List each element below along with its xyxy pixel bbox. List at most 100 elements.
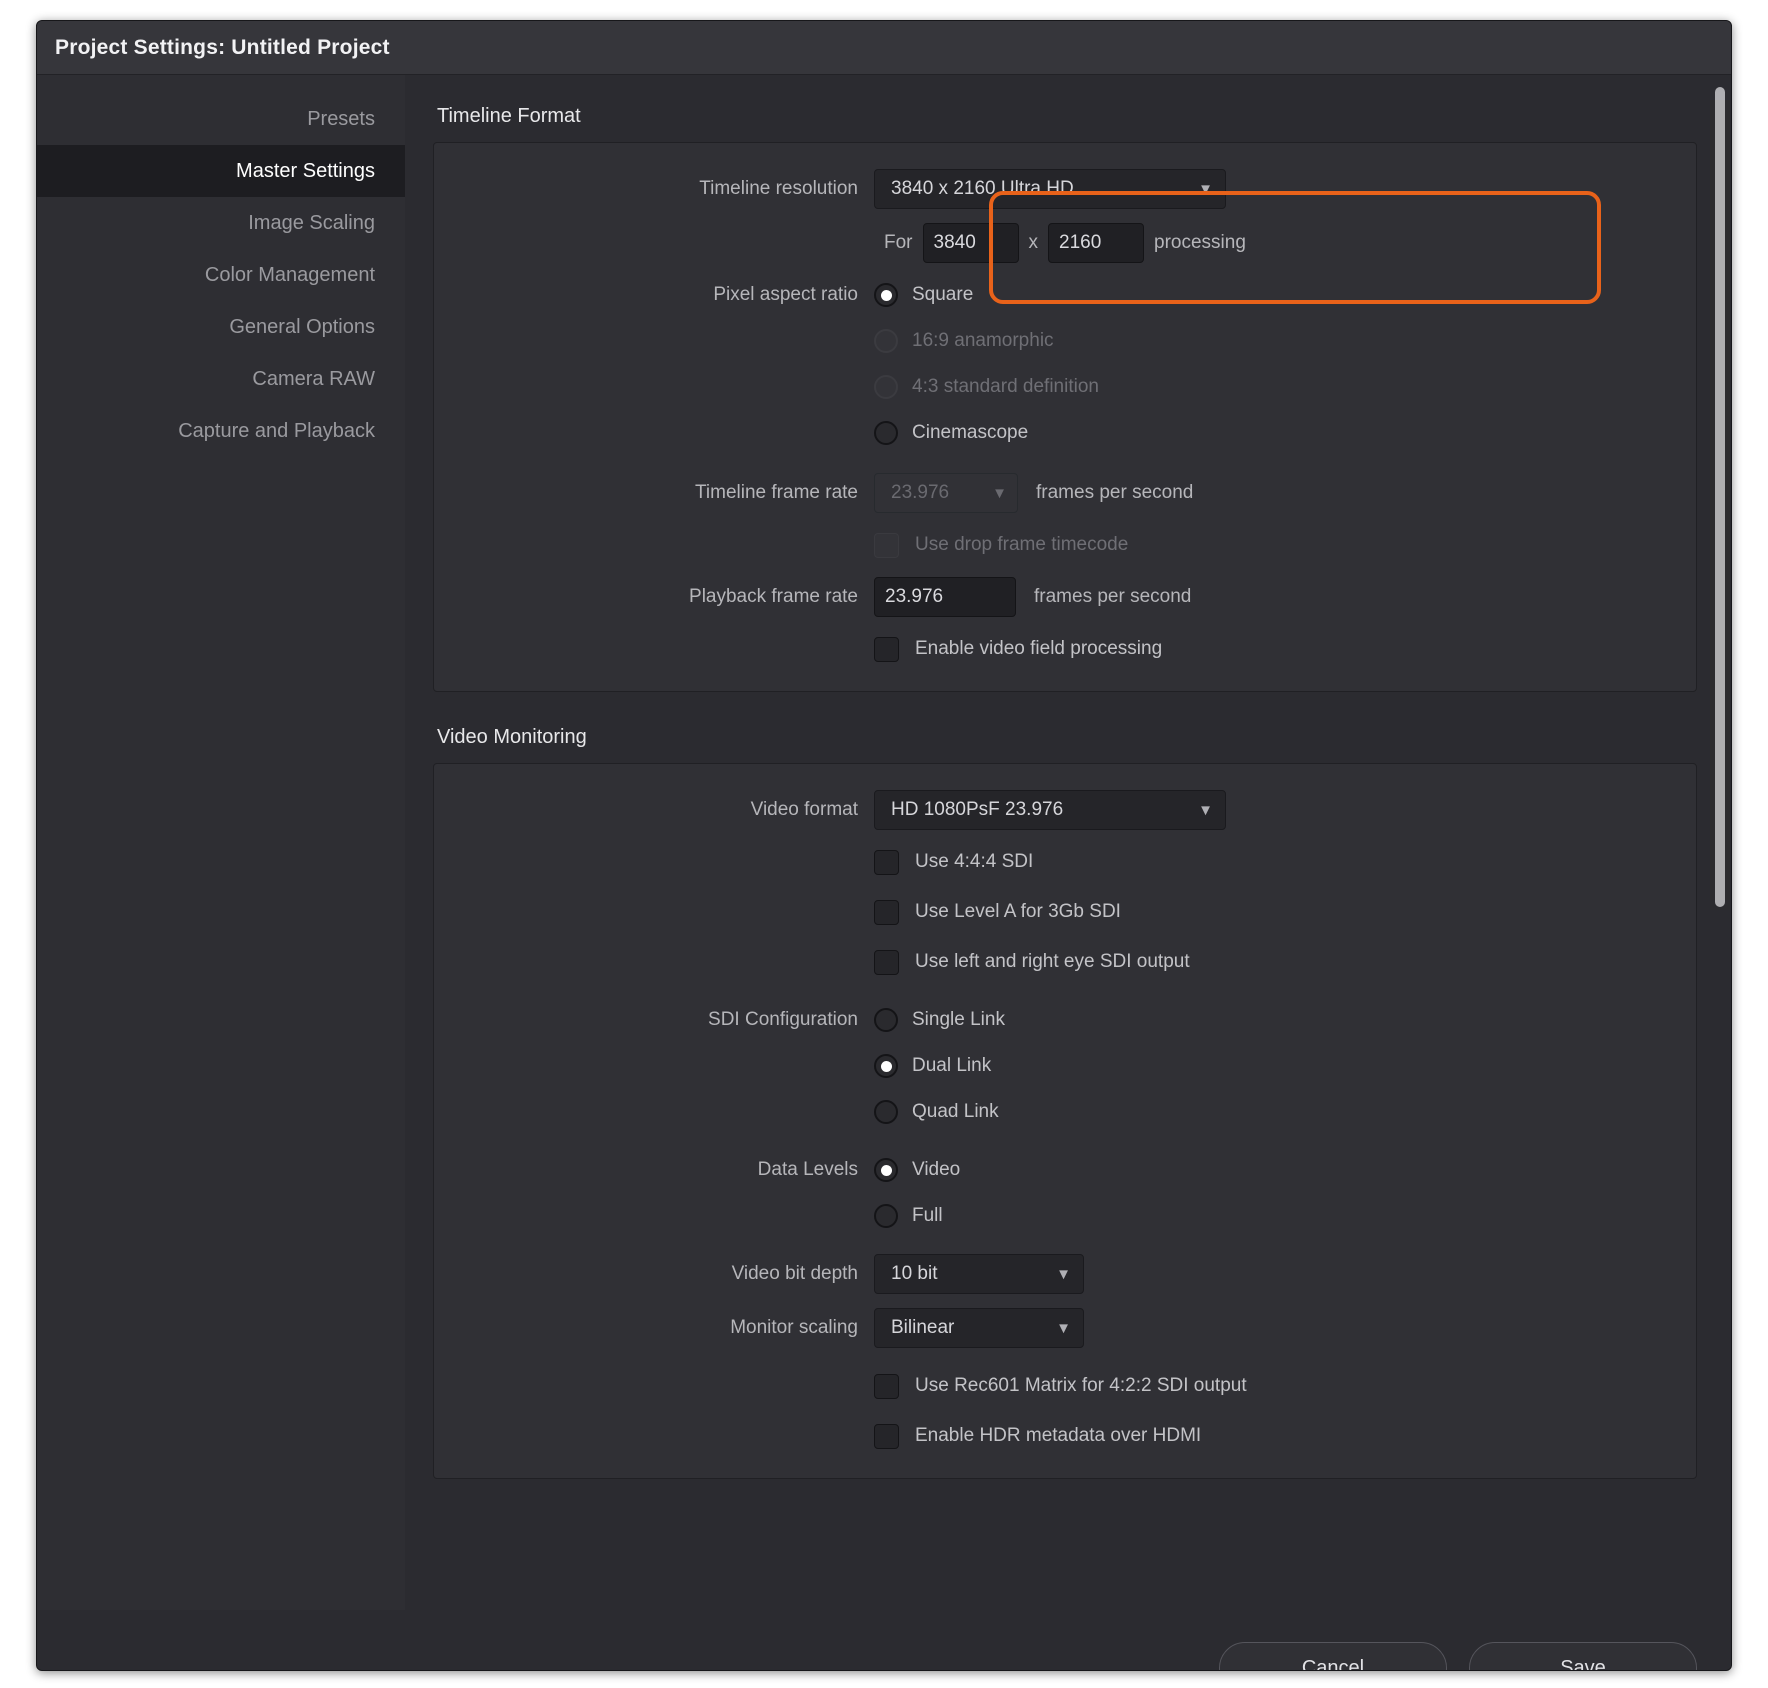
processing-prefix-label: For [884, 232, 913, 253]
playback-frame-rate-unit: frames per second [1034, 586, 1192, 607]
checkbox-enable-hdr-metadata-over-hdmi[interactable] [874, 1423, 899, 1449]
radio-label-single-link: Single Link [912, 1009, 1005, 1030]
checkbox-enable-video-field-processing[interactable] [874, 636, 899, 662]
playback-frame-rate-row: Playback frame rate frames per second [434, 577, 1696, 617]
pixel-aspect-ratio-label: Pixel aspect ratio [713, 284, 858, 305]
checkbox-label-use-left-and-right-eye-sdi-output: Use left and right eye SDI output [915, 951, 1190, 972]
sidebar-item-color-management[interactable]: Color Management [37, 249, 405, 301]
sidebar-item-presets[interactable]: Presets [37, 93, 405, 145]
radio-data-levels-video[interactable] [874, 1158, 898, 1182]
sidebar-item-general-options[interactable]: General Options [37, 301, 405, 353]
chevron-down-icon: ▼ [1056, 1319, 1071, 1337]
timeline-frame-rate-select: 23.976 ▼ [874, 473, 1018, 513]
sidebar-item-image-scaling[interactable]: Image Scaling [37, 197, 405, 249]
settings-content: Timeline Format Timeline resolution 3840… [405, 75, 1731, 1610]
settings-sidebar: Presets Master Settings Image Scaling Co… [37, 75, 405, 1610]
processing-height-input[interactable] [1048, 223, 1144, 263]
radio-pixel-aspect-4-3-standard-definition [874, 375, 898, 399]
video-bit-depth-row: Video bit depth 10 bit ▼ [434, 1254, 1696, 1294]
sidebar-item-label: Capture and Playback [178, 419, 375, 442]
cancel-button[interactable]: Cancel [1219, 1642, 1447, 1670]
playback-frame-rate-label: Playback frame rate [689, 586, 858, 607]
dialog-body: Presets Master Settings Image Scaling Co… [37, 75, 1731, 1610]
checkbox-use-left-and-right-eye-sdi-output[interactable] [874, 949, 899, 975]
sidebar-item-capture-and-playback[interactable]: Capture and Playback [37, 405, 405, 457]
sidebar-item-label: Master Settings [236, 159, 375, 182]
sdi-config-row-1: SDI Configuration Single Link [434, 1002, 1696, 1038]
video-bit-depth-select[interactable]: 10 bit ▼ [874, 1254, 1084, 1294]
video-monitoring-panel: Video format HD 1080PsF 23.976 ▼ Use 4:4… [433, 763, 1697, 1479]
radio-label-full: Full [912, 1205, 943, 1226]
sidebar-item-label: Color Management [204, 263, 375, 286]
sidebar-item-master-settings[interactable]: Master Settings [37, 145, 405, 197]
chevron-down-icon: ▼ [992, 484, 1007, 502]
data-levels-row-1: Data Levels Video [434, 1152, 1696, 1188]
sidebar-item-label: Image Scaling [248, 211, 375, 234]
timeline-format-heading: Timeline Format [437, 105, 581, 127]
radio-pixel-aspect-square[interactable] [874, 283, 898, 307]
sdi-config-row-3: Quad Link [434, 1094, 1696, 1130]
radio-label-16-9-anamorphic: 16:9 anamorphic [912, 330, 1054, 351]
use-rec601-row: Use Rec601 Matrix for 4:2:2 SDI output [434, 1368, 1696, 1404]
dialog-titlebar: Project Settings: Untitled Project [37, 21, 1731, 75]
project-settings-dialog: Project Settings: Untitled Project Prese… [36, 20, 1732, 1671]
radio-label-4-3-standard-definition: 4:3 standard definition [912, 376, 1099, 397]
radio-label-video: Video [912, 1159, 961, 1180]
chevron-down-icon: ▼ [1198, 801, 1213, 819]
checkbox-use-4-4-4-sdi[interactable] [874, 849, 899, 875]
use-drop-frame-timecode-row: Use drop frame timecode [434, 527, 1696, 563]
pixel-aspect-ratio-row-1: Pixel aspect ratio Square [434, 277, 1696, 313]
checkbox-label-use-rec601-matrix: Use Rec601 Matrix for 4:2:2 SDI output [915, 1375, 1247, 1396]
video-format-label: Video format [750, 799, 858, 820]
pixel-aspect-ratio-row-3: 4:3 standard definition [434, 369, 1696, 405]
sdi-configuration-label: SDI Configuration [708, 1009, 858, 1030]
checkbox-label-enable-hdr-metadata-over-hdmi: Enable HDR metadata over HDMI [915, 1425, 1202, 1446]
checkbox-label-enable-video-field-processing: Enable video field processing [915, 638, 1163, 659]
monitor-scaling-value: Bilinear [891, 1317, 955, 1338]
sidebar-item-label: General Options [229, 315, 375, 338]
video-format-select[interactable]: HD 1080PsF 23.976 ▼ [874, 790, 1226, 830]
video-format-row: Video format HD 1080PsF 23.976 ▼ [434, 790, 1696, 830]
video-monitoring-heading: Video Monitoring [437, 726, 587, 748]
checkbox-use-level-a-for-3gb-sdi[interactable] [874, 899, 899, 925]
enable-hdr-metadata-row: Enable HDR metadata over HDMI [434, 1418, 1696, 1454]
radio-sdi-dual-link[interactable] [874, 1054, 898, 1078]
use-left-right-eye-row: Use left and right eye SDI output [434, 944, 1696, 980]
radio-pixel-aspect-16-9-anamorphic [874, 329, 898, 353]
pixel-aspect-ratio-row-4: Cinemascope [434, 415, 1696, 451]
checkbox-label-use-drop-frame-timecode: Use drop frame timecode [915, 534, 1129, 555]
processing-width-input[interactable] [922, 223, 1019, 263]
checkbox-use-drop-frame-timecode [874, 532, 899, 558]
chevron-down-icon: ▼ [1198, 180, 1213, 198]
processing-resolution-row: For x processing [434, 223, 1696, 263]
save-button[interactable]: Save [1469, 1642, 1697, 1670]
use-level-a-row: Use Level A for 3Gb SDI [434, 894, 1696, 930]
video-format-value: HD 1080PsF 23.976 [891, 799, 1064, 820]
monitor-scaling-label: Monitor scaling [730, 1317, 858, 1338]
playback-frame-rate-input[interactable] [874, 577, 1016, 617]
timeline-resolution-row: Timeline resolution 3840 x 2160 Ultra HD… [434, 169, 1696, 209]
timeline-frame-rate-label: Timeline frame rate [695, 482, 858, 503]
timeline-resolution-select[interactable]: 3840 x 2160 Ultra HD ▼ [874, 169, 1226, 209]
data-levels-label: Data Levels [757, 1159, 858, 1180]
radio-pixel-aspect-cinemascope[interactable] [874, 421, 898, 445]
timeline-frame-rate-unit: frames per second [1036, 482, 1194, 503]
monitor-scaling-select[interactable]: Bilinear ▼ [874, 1308, 1084, 1348]
chevron-down-icon: ▼ [1056, 1265, 1071, 1283]
timeline-frame-rate-row: Timeline frame rate 23.976 ▼ frames per … [434, 473, 1696, 513]
sidebar-item-camera-raw[interactable]: Camera RAW [37, 353, 405, 405]
radio-label-cinemascope: Cinemascope [912, 422, 1029, 443]
dialog-title: Project Settings: Untitled Project [55, 35, 390, 59]
timeline-resolution-label: Timeline resolution [699, 178, 858, 199]
video-bit-depth-value: 10 bit [891, 1263, 938, 1284]
monitor-scaling-row: Monitor scaling Bilinear ▼ [434, 1308, 1696, 1348]
radio-sdi-quad-link[interactable] [874, 1100, 898, 1124]
enable-video-field-processing-row: Enable video field processing [434, 631, 1696, 667]
vertical-scrollbar[interactable] [1715, 87, 1725, 907]
checkbox-use-rec601-matrix[interactable] [874, 1373, 899, 1399]
timeline-resolution-value: 3840 x 2160 Ultra HD [891, 178, 1074, 199]
radio-label-quad-link: Quad Link [912, 1101, 999, 1122]
sidebar-item-label: Presets [307, 107, 375, 130]
radio-sdi-single-link[interactable] [874, 1008, 898, 1032]
radio-data-levels-full[interactable] [874, 1204, 898, 1228]
